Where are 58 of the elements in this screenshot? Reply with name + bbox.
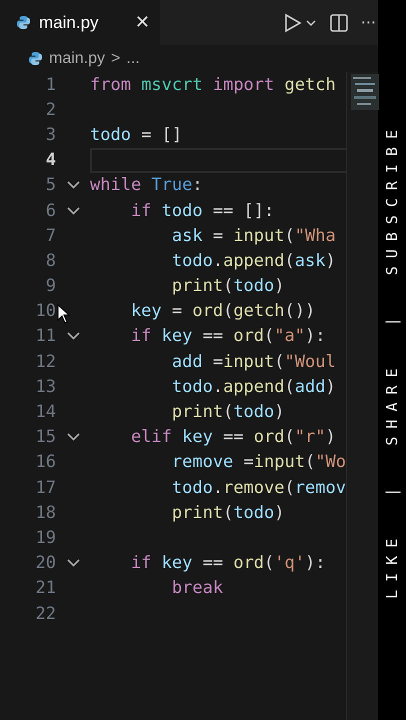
breadcrumb-separator: > — [111, 50, 120, 68]
line-number: 15 — [34, 427, 56, 448]
code-line: key = ord(getch()) — [130, 300, 316, 324]
line-number: 5 — [44, 175, 56, 196]
code-line: print(todo) — [170, 275, 286, 298]
split-editor-button[interactable] — [328, 12, 349, 32]
minimap-preview[interactable] — [351, 74, 379, 110]
line-number: 7 — [44, 226, 56, 246]
code-line: if todo == []: — [130, 200, 276, 223]
chevron-down-icon[interactable] — [66, 332, 80, 340]
line-number: 2 — [44, 100, 56, 120]
code-line: print(todo) — [170, 401, 286, 424]
python-file-icon — [28, 51, 43, 66]
line-number: 21 — [34, 578, 56, 598]
code-line: print(todo) — [170, 502, 286, 525]
line-number: 11 — [34, 326, 56, 346]
line-number: 10 — [34, 301, 56, 322]
chevron-down-icon[interactable] — [66, 433, 80, 442]
line-number: 3 — [44, 124, 56, 145]
line-number: 13 — [34, 376, 56, 397]
line-number: 22 — [34, 604, 56, 624]
code-line: from msvcrt import getch — [90, 74, 337, 97]
line-number: 4 — [44, 150, 56, 170]
code-line: break — [170, 577, 224, 600]
line-number: 19 — [34, 528, 56, 548]
code-line: if key == ord("a"): — [130, 325, 326, 348]
python-file-icon — [16, 15, 31, 30]
code-line: todo.append(ask) — [170, 250, 337, 273]
close-button[interactable]: ✕ — [134, 12, 150, 33]
run-button[interactable] — [282, 12, 317, 32]
line-number: 6 — [44, 200, 56, 221]
line-number: 12 — [34, 352, 56, 372]
side-caption: LIKE | SHARE | SUBSCRIBE — [383, 122, 401, 598]
breadcrumb-symbol[interactable]: ... — [126, 50, 140, 68]
chevron-down-icon[interactable] — [66, 181, 80, 190]
line-number: 8 — [44, 250, 56, 271]
breadcrumb-file[interactable]: main.py — [49, 50, 106, 68]
line-number: 1 — [44, 74, 56, 95]
code-line: remove =input("Wo — [170, 451, 346, 474]
code-line: add =input("Woul — [170, 350, 337, 374]
line-number: 17 — [34, 478, 56, 498]
line-number: 20 — [34, 553, 56, 574]
chevron-down-icon[interactable] — [66, 206, 80, 215]
chevron-down-icon[interactable] — [66, 559, 80, 568]
mouse-pointer-icon — [57, 304, 71, 324]
line-number: 9 — [44, 276, 56, 296]
code-line: todo = [] — [90, 124, 184, 147]
line-number: 14 — [34, 402, 56, 422]
code-line: while True: — [90, 174, 204, 198]
code-line: if key == ord('q'): — [130, 552, 326, 576]
code-line: elif key == ord("r") — [130, 426, 337, 450]
code-line: todo.append(add) — [170, 376, 337, 399]
line-number: 18 — [34, 502, 56, 523]
more-actions-button[interactable]: ··· — [360, 13, 376, 32]
line-number: 16 — [34, 452, 56, 472]
editor-tab[interactable]: main.py ✕ — [0, 0, 160, 45]
code-line: todo.remove(remov — [170, 476, 346, 500]
code-line: ask = input("Wha — [170, 224, 337, 248]
